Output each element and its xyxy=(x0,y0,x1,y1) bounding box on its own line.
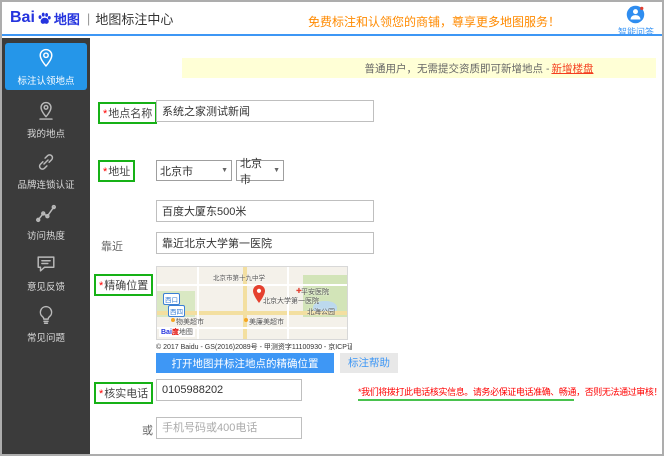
map-label: 北京大学第一医院 xyxy=(263,296,319,306)
required-asterisk: * xyxy=(99,280,103,292)
place-name-input[interactable] xyxy=(156,100,374,122)
poi-dot-icon xyxy=(244,318,248,322)
map-label: 物美超市 xyxy=(176,317,204,327)
precise-location-label: 精确位置 xyxy=(104,280,148,292)
location-pin-icon xyxy=(35,47,57,69)
baidu-map-logo: Bai度地图 xyxy=(159,328,195,337)
page-title: 地图标注中心 xyxy=(95,9,173,28)
sidebar-item-label: 品牌连锁认证 xyxy=(17,177,74,191)
logo-text-map: 地图 xyxy=(54,9,80,28)
sidebar-item-label: 访问热度 xyxy=(27,228,65,242)
lightbulb-icon xyxy=(35,304,57,326)
sidebar-item-visit-heat[interactable]: 访问热度 xyxy=(2,196,90,247)
map-label-metro: 西口 xyxy=(163,293,180,305)
warning-underline-annotation xyxy=(358,399,574,401)
chain-link-icon xyxy=(35,151,57,173)
city-select[interactable]: 北京市 xyxy=(236,160,284,181)
map-street xyxy=(197,267,199,340)
map-label-metro: 西四 xyxy=(168,305,185,317)
city-select-value: 北京市 xyxy=(240,155,269,187)
place-name-label: 地点名称 xyxy=(108,108,152,120)
verify-phone-label: 核实电话 xyxy=(104,388,148,400)
baidu-logo[interactable]: Bai 地图 xyxy=(10,9,80,28)
near-label: 靠近 xyxy=(101,238,123,254)
poi-dot-icon xyxy=(171,318,175,322)
phone-warning-text: *我们将拨打此电话核实信息。请务必保证电话准确、畅通，否则无法通过审核！ xyxy=(358,385,660,398)
sidebar-item-annotate-claim-place[interactable]: 标注认领地点 xyxy=(5,43,87,90)
map-label: 北海公园 xyxy=(307,307,335,317)
sidebar: 标注认领地点 我的地点 品牌连锁认证 访问热度 xyxy=(2,38,90,454)
sidebar-item-label: 标注认领地点 xyxy=(17,73,74,87)
place-name-label-annotation: *地点名称 xyxy=(98,102,157,124)
required-asterisk: * xyxy=(103,108,107,120)
new-building-link[interactable]: 新增楼盘 xyxy=(551,61,593,76)
verify-phone-input[interactable] xyxy=(156,379,302,401)
map-pin-icon xyxy=(253,285,265,303)
or-label: 或 xyxy=(142,422,153,438)
sidebar-item-label: 意见反馈 xyxy=(27,279,65,293)
trend-chart-icon xyxy=(35,202,57,224)
map-copyright: © 2017 Baidu - GS(2016)2089号 - 甲测资字11100… xyxy=(156,342,352,352)
notice-text: 普通用户，无需提交资质即可新增地点 - xyxy=(365,61,550,76)
precise-location-label-annotation: *精确位置 xyxy=(94,274,153,296)
sidebar-item-my-places[interactable]: 我的地点 xyxy=(2,94,90,145)
logo-divider: | xyxy=(87,11,90,26)
sidebar-item-faq[interactable]: 常见问题 xyxy=(2,298,90,349)
map-marker-icon xyxy=(35,100,57,122)
baidu-map-annotation-page: Bai 地图 | 地图标注中心 免费标注和认领您的商铺，尊享更多地图服务！ 智能… xyxy=(0,0,664,456)
province-select[interactable]: 北京市 xyxy=(156,160,232,181)
logo-text-bai: Bai xyxy=(10,9,35,27)
header: Bai 地图 | 地图标注中心 免费标注和认领您的商铺，尊享更多地图服务！ 智能… xyxy=(2,2,662,36)
notice-bar: 普通用户，无需提交资质即可新增地点 - 新增楼盘 xyxy=(182,58,656,78)
map-logo-du: 度 xyxy=(172,329,179,336)
map-label: 北京市第十九中学 xyxy=(213,272,265,282)
street-address-input[interactable] xyxy=(156,200,374,222)
address-label-annotation: *地址 xyxy=(98,160,135,182)
map-logo-suffix: 地图 xyxy=(179,329,193,336)
baidu-paw-icon xyxy=(37,11,52,26)
map-logo-bai: Bai xyxy=(161,329,172,336)
map-preview[interactable]: 北京市第十九中学 西口 西四 北京大学第一医院 美廉美超市 物美超市 平安医院 … xyxy=(156,266,348,340)
verify-phone-label-annotation: *核实电话 xyxy=(94,382,153,404)
main-content: 普通用户，无需提交资质即可新增地点 - 新增楼盘 *地点名称 *地址 北京市 北… xyxy=(90,38,662,454)
open-map-button[interactable]: 打开地图并标注地点的精确位置 xyxy=(156,353,334,373)
near-input[interactable] xyxy=(156,232,374,254)
smart-qa-icon xyxy=(626,5,645,24)
required-asterisk: * xyxy=(103,166,107,178)
address-label: 地址 xyxy=(108,166,130,178)
smart-qa-widget[interactable]: 智能问答 xyxy=(618,5,654,38)
sidebar-item-label: 常见问题 xyxy=(27,330,65,344)
promo-text: 免费标注和认领您的商铺，尊享更多地图服务！ xyxy=(308,13,560,30)
required-asterisk: * xyxy=(99,388,103,400)
alt-phone-input[interactable] xyxy=(156,417,302,439)
map-label: 美廉美超市 xyxy=(249,317,284,327)
sidebar-item-label: 我的地点 xyxy=(27,126,65,140)
sidebar-item-feedback[interactable]: 意见反馈 xyxy=(2,247,90,298)
speech-bubble-icon xyxy=(35,253,57,275)
sidebar-item-brand-chain-certification[interactable]: 品牌连锁认证 xyxy=(2,145,90,196)
map-label: 平安医院 xyxy=(301,287,329,297)
province-select-value: 北京市 xyxy=(160,163,193,179)
hospital-cross-icon: ✚ xyxy=(296,288,302,295)
smart-qa-label: 智能问答 xyxy=(618,25,654,38)
annotation-help-link[interactable]: 标注帮助 xyxy=(340,353,398,373)
